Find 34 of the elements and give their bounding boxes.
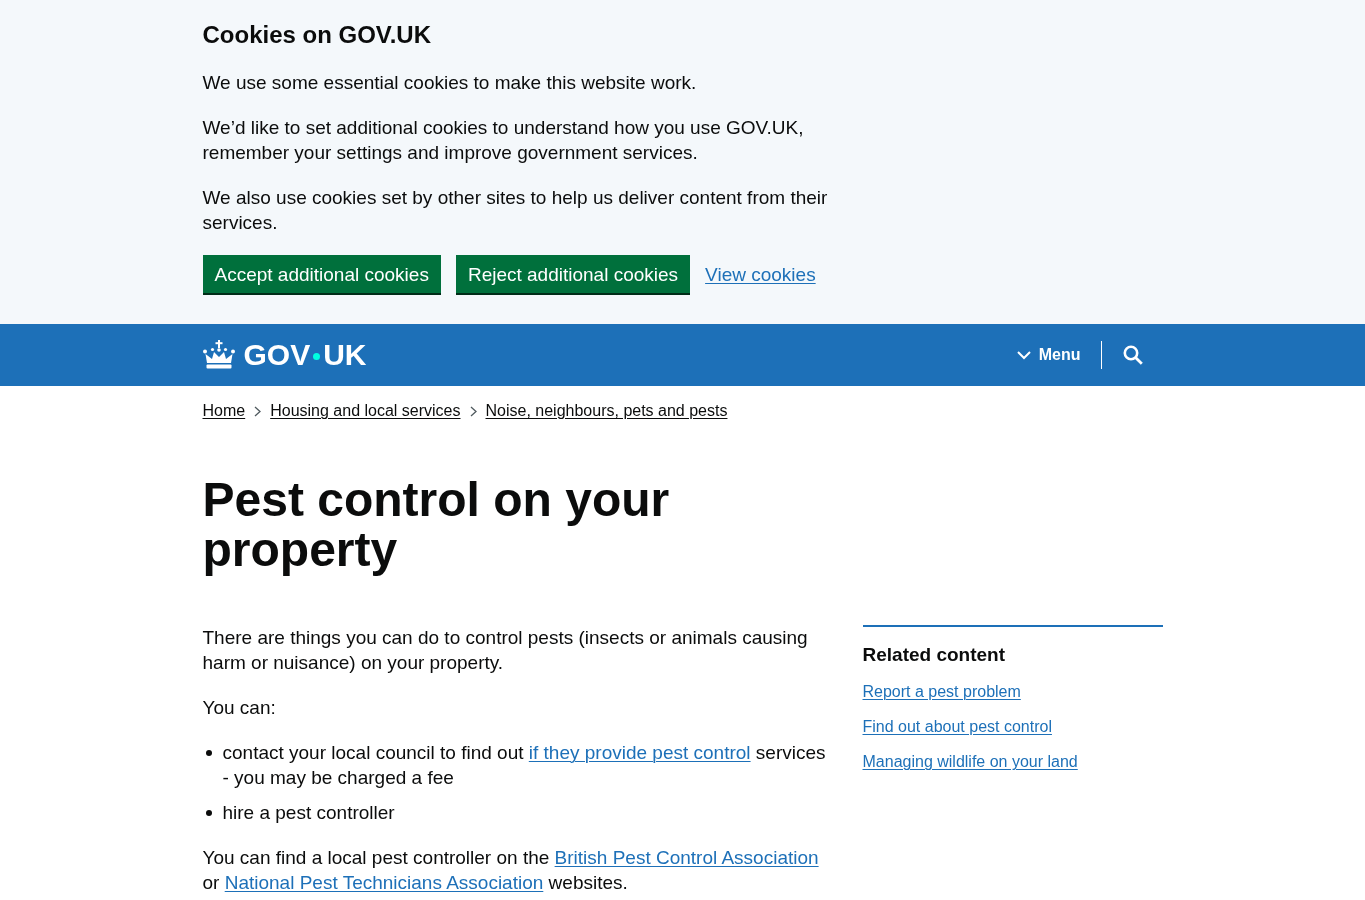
page-title: Pest control on your property bbox=[202, 475, 671, 575]
list-item-text: contact your local council to find out if they provide pest control services - you may be charged a fee bbox=[222, 741, 827, 790]
banner-paragraph: We also use cookies set by other sites to help us deliver content from their services. bbox=[202, 186, 829, 235]
chevron-right-icon bbox=[469, 405, 477, 417]
banner-paragraph: We’d like to set additional cookies to understand how you use GOV.UK, remember your settings and improve government services. bbox=[202, 116, 805, 165]
banner-heading: Cookies on GOV.UK bbox=[202, 20, 432, 50]
search-button[interactable] bbox=[1122, 345, 1143, 365]
related-link[interactable]: Managing wildlife on your land bbox=[862, 753, 1078, 770]
banner-paragraph: We use some essential cookies to make this website work. bbox=[202, 71, 698, 95]
related-heading: Related content bbox=[862, 643, 1007, 667]
chevron-right-icon bbox=[254, 405, 262, 417]
text-link[interactable]: British Pest Control Association bbox=[554, 847, 819, 868]
text-link[interactable]: if they provide pest control bbox=[528, 742, 751, 763]
breadcrumb-link[interactable]: Noise, neighbours, pets and pests bbox=[485, 401, 728, 421]
list-item-text: hire a pest controller bbox=[222, 801, 396, 825]
body-paragraph: There are things you can do to control pests (insects or animals causing harm or nuisance) on your property. bbox=[202, 626, 809, 675]
breadcrumb-link[interactable]: Home bbox=[202, 401, 246, 421]
related-link[interactable]: Find out about pest control bbox=[862, 718, 1052, 735]
search-icon bbox=[1122, 345, 1143, 365]
body-paragraph: You can: bbox=[202, 696, 277, 720]
bullet-icon bbox=[205, 810, 212, 816]
dot-icon bbox=[313, 352, 321, 360]
related-link[interactable]: Report a pest problem bbox=[862, 683, 1021, 700]
text-link[interactable]: National Pest Technicians Association bbox=[224, 872, 544, 893]
body-paragraph: You can find a local pest controller on the British Pest Control Association or National Pest Technicians Association websites. bbox=[202, 846, 820, 895]
menu-button[interactable]: Menu bbox=[1016, 345, 1081, 365]
cookie-button[interactable]: Reject additional cookies bbox=[455, 255, 691, 293]
view-cookies-link[interactable]: View cookies bbox=[705, 261, 816, 287]
bullet-icon bbox=[205, 750, 212, 756]
crown-icon bbox=[202, 340, 235, 370]
chevron-down-icon bbox=[1016, 350, 1031, 360]
govuk-logo[interactable]: GOV UK bbox=[202, 338, 367, 372]
cookie-button[interactable]: Accept additional cookies bbox=[202, 255, 441, 293]
breadcrumb-link[interactable]: Housing and local services bbox=[270, 401, 461, 421]
